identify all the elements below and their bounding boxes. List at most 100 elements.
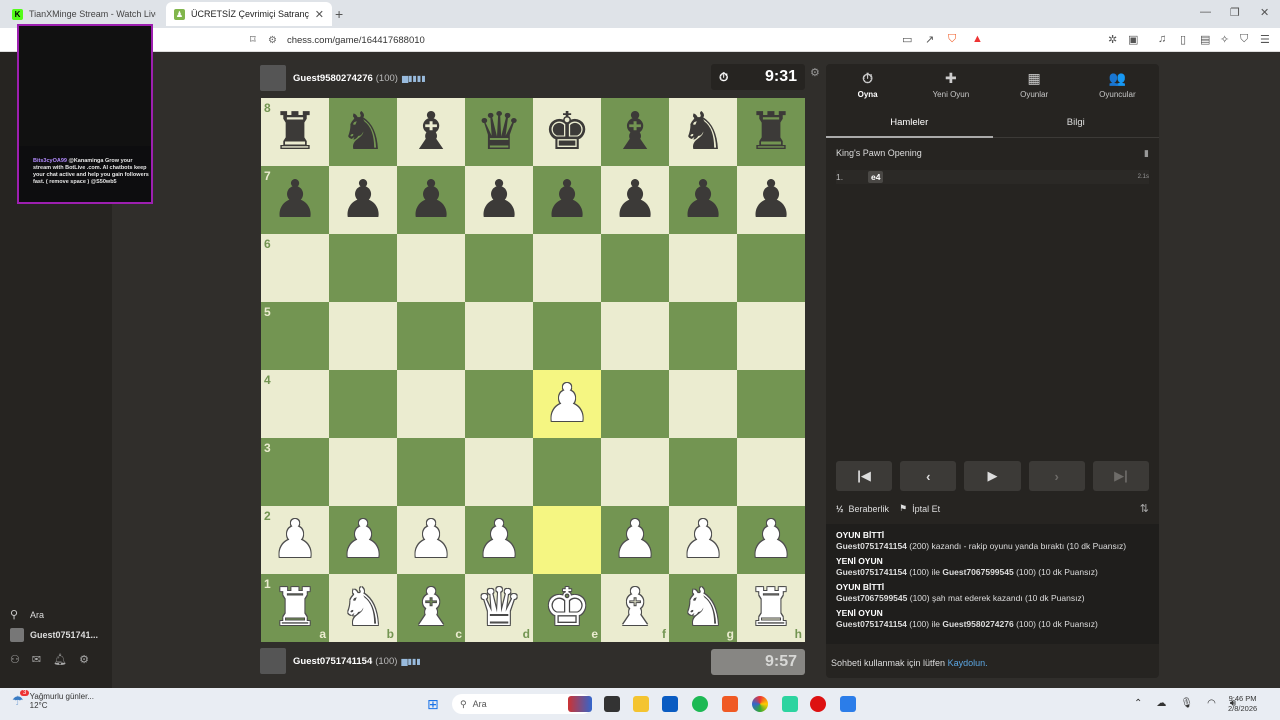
square-a7[interactable]: 7 ♟: [261, 166, 329, 234]
square-d1[interactable]: d ♛: [465, 574, 533, 642]
log-player-name[interactable]: Guest7067599545: [942, 567, 1013, 577]
black-pawn-icon[interactable]: ♟: [544, 174, 591, 226]
weather-widget[interactable]: ☂ 3 Yağmurlu günler... 12°C: [12, 690, 94, 710]
spotify-icon[interactable]: [692, 696, 708, 712]
vpn-icon[interactable]: ⛉: [1240, 33, 1248, 46]
close-tab-icon[interactable]: ✕: [315, 8, 324, 21]
black-knight-icon[interactable]: ♞: [340, 106, 387, 158]
square-b5[interactable]: [329, 302, 397, 370]
black-pawn-icon[interactable]: ♟: [408, 174, 455, 226]
square-h7[interactable]: ♟: [737, 166, 805, 234]
close-window-icon[interactable]: ✕: [1260, 6, 1269, 19]
square-h8[interactable]: ♜: [737, 98, 805, 166]
black-pawn-icon[interactable]: ♟: [748, 174, 795, 226]
nav-oyna[interactable]: ⏱ Oyna: [826, 64, 909, 104]
settings-icon[interactable]: ⚙: [79, 653, 89, 666]
square-b7[interactable]: ♟: [329, 166, 397, 234]
messages-icon[interactable]: ✉: [32, 653, 41, 666]
square-e4[interactable]: ♟: [533, 370, 601, 438]
square-f8[interactable]: ♝: [601, 98, 669, 166]
square-c3[interactable]: [397, 438, 465, 506]
square-c4[interactable]: [397, 370, 465, 438]
square-f1[interactable]: f ♝: [601, 574, 669, 642]
square-d3[interactable]: [465, 438, 533, 506]
widget-icon[interactable]: [568, 696, 592, 712]
black-rook-icon[interactable]: ♜: [272, 106, 319, 158]
white-pawn-icon[interactable]: ♟: [340, 514, 387, 566]
last-move-button[interactable]: ▶|: [1092, 461, 1150, 491]
square-g8[interactable]: ♞: [669, 98, 737, 166]
black-pawn-icon[interactable]: ♟: [612, 174, 659, 226]
white-bishop-icon[interactable]: ♝: [612, 582, 659, 634]
square-a4[interactable]: 4: [261, 370, 329, 438]
sidebar-search[interactable]: ⚲ Ara: [10, 608, 44, 621]
square-g5[interactable]: [669, 302, 737, 370]
black-pawn-icon[interactable]: ♟: [476, 174, 523, 226]
opening-name[interactable]: King's Pawn Opening: [836, 148, 922, 158]
sidebar-icon[interactable]: ▯: [1180, 33, 1186, 46]
chrome-icon[interactable]: [752, 696, 768, 712]
nav-oyuncular[interactable]: 👥 Oyuncular: [1076, 64, 1159, 104]
new-tab-icon[interactable]: +: [335, 6, 343, 22]
white-bishop-icon[interactable]: ♝: [408, 582, 455, 634]
book-icon[interactable]: ▮: [1144, 148, 1149, 159]
log-player-name[interactable]: Guest9580274276: [942, 619, 1013, 629]
black-pawn-icon[interactable]: ♟: [272, 174, 319, 226]
outlook-icon[interactable]: [840, 696, 856, 712]
square-e3[interactable]: [533, 438, 601, 506]
log-player-name[interactable]: Guest0751741154: [836, 619, 907, 629]
black-knight-icon[interactable]: ♞: [680, 106, 727, 158]
white-knight-icon[interactable]: ♞: [340, 582, 387, 634]
square-h4[interactable]: [737, 370, 805, 438]
square-e5[interactable]: [533, 302, 601, 370]
draw-button[interactable]: ½ Beraberlik: [836, 504, 889, 514]
restore-icon[interactable]: ❐: [1230, 6, 1240, 19]
square-g1[interactable]: g ♞: [669, 574, 737, 642]
square-g3[interactable]: [669, 438, 737, 506]
next-move-button[interactable]: ›: [1028, 461, 1085, 491]
square-a5[interactable]: 5: [261, 302, 329, 370]
white-rook-icon[interactable]: ♜: [748, 582, 795, 634]
square-e1[interactable]: e ♚: [533, 574, 601, 642]
abort-button[interactable]: ⚑ İptal Et: [899, 503, 940, 514]
bottom-player-name[interactable]: Guest0751741154: [293, 656, 372, 667]
black-rook-icon[interactable]: ♜: [748, 106, 795, 158]
cast-icon[interactable]: ▭: [902, 33, 912, 46]
square-f4[interactable]: [601, 370, 669, 438]
black-king-icon[interactable]: ♚: [544, 106, 591, 158]
square-f5[interactable]: [601, 302, 669, 370]
stream-overlay[interactable]: Bits3cyOA99 @Kanaminga Grow your stream …: [17, 24, 153, 204]
square-a8[interactable]: 8 ♜: [261, 98, 329, 166]
windows-start-icon[interactable]: ⊞: [427, 696, 439, 713]
square-h3[interactable]: [737, 438, 805, 506]
square-e7[interactable]: ♟: [533, 166, 601, 234]
black-bishop-icon[interactable]: ♝: [612, 106, 659, 158]
mic-icon[interactable]: 🎙︎: [1180, 698, 1193, 709]
log-player-name[interactable]: Guest0751741154: [836, 541, 907, 551]
top-player-name[interactable]: Guest9580274276: [293, 73, 373, 84]
square-h1[interactable]: h ♜: [737, 574, 805, 642]
friends-icon[interactable]: ⚇: [10, 653, 20, 666]
wallet2-icon[interactable]: ▤: [1200, 33, 1210, 46]
stream-video[interactable]: [19, 26, 151, 146]
notifications-icon[interactable]: 🔔︎: [53, 653, 67, 666]
move-e4[interactable]: e4: [868, 171, 884, 183]
cloud-icon[interactable]: ☁: [1156, 698, 1166, 709]
white-king-icon[interactable]: ♚: [544, 582, 591, 634]
chess-board[interactable]: 8 ♜ ♞ ♝ ♛ ♚ ♝ ♞ ♜ 7 ♟ ♟ ♟ ♟ ♟ ♟ ♟ ♟ 6 5 4 ♟ 3 2 ♟ ♟ ♟ ♟ ♟ ♟ ♟ 1 a ♜ b ♞ c ♝ d ♛…: [261, 98, 805, 642]
site-info-icon[interactable]: ⚙: [268, 35, 277, 46]
square-b3[interactable]: [329, 438, 397, 506]
white-pawn-icon[interactable]: ♟: [476, 514, 523, 566]
square-a3[interactable]: 3: [261, 438, 329, 506]
share-icon[interactable]: ↗: [925, 33, 934, 46]
square-f2[interactable]: ♟: [601, 506, 669, 574]
prev-move-button[interactable]: ‹: [900, 461, 957, 491]
chevron-up-icon[interactable]: ⌃: [1134, 698, 1142, 709]
white-rook-icon[interactable]: ♜: [272, 582, 319, 634]
app-icon[interactable]: [782, 696, 798, 712]
app2-icon[interactable]: [810, 696, 826, 712]
wallet-icon[interactable]: ▣: [1128, 33, 1138, 46]
square-g4[interactable]: [669, 370, 737, 438]
white-pawn-icon[interactable]: ♟: [748, 514, 795, 566]
media-icon[interactable]: ♫: [1158, 33, 1166, 45]
